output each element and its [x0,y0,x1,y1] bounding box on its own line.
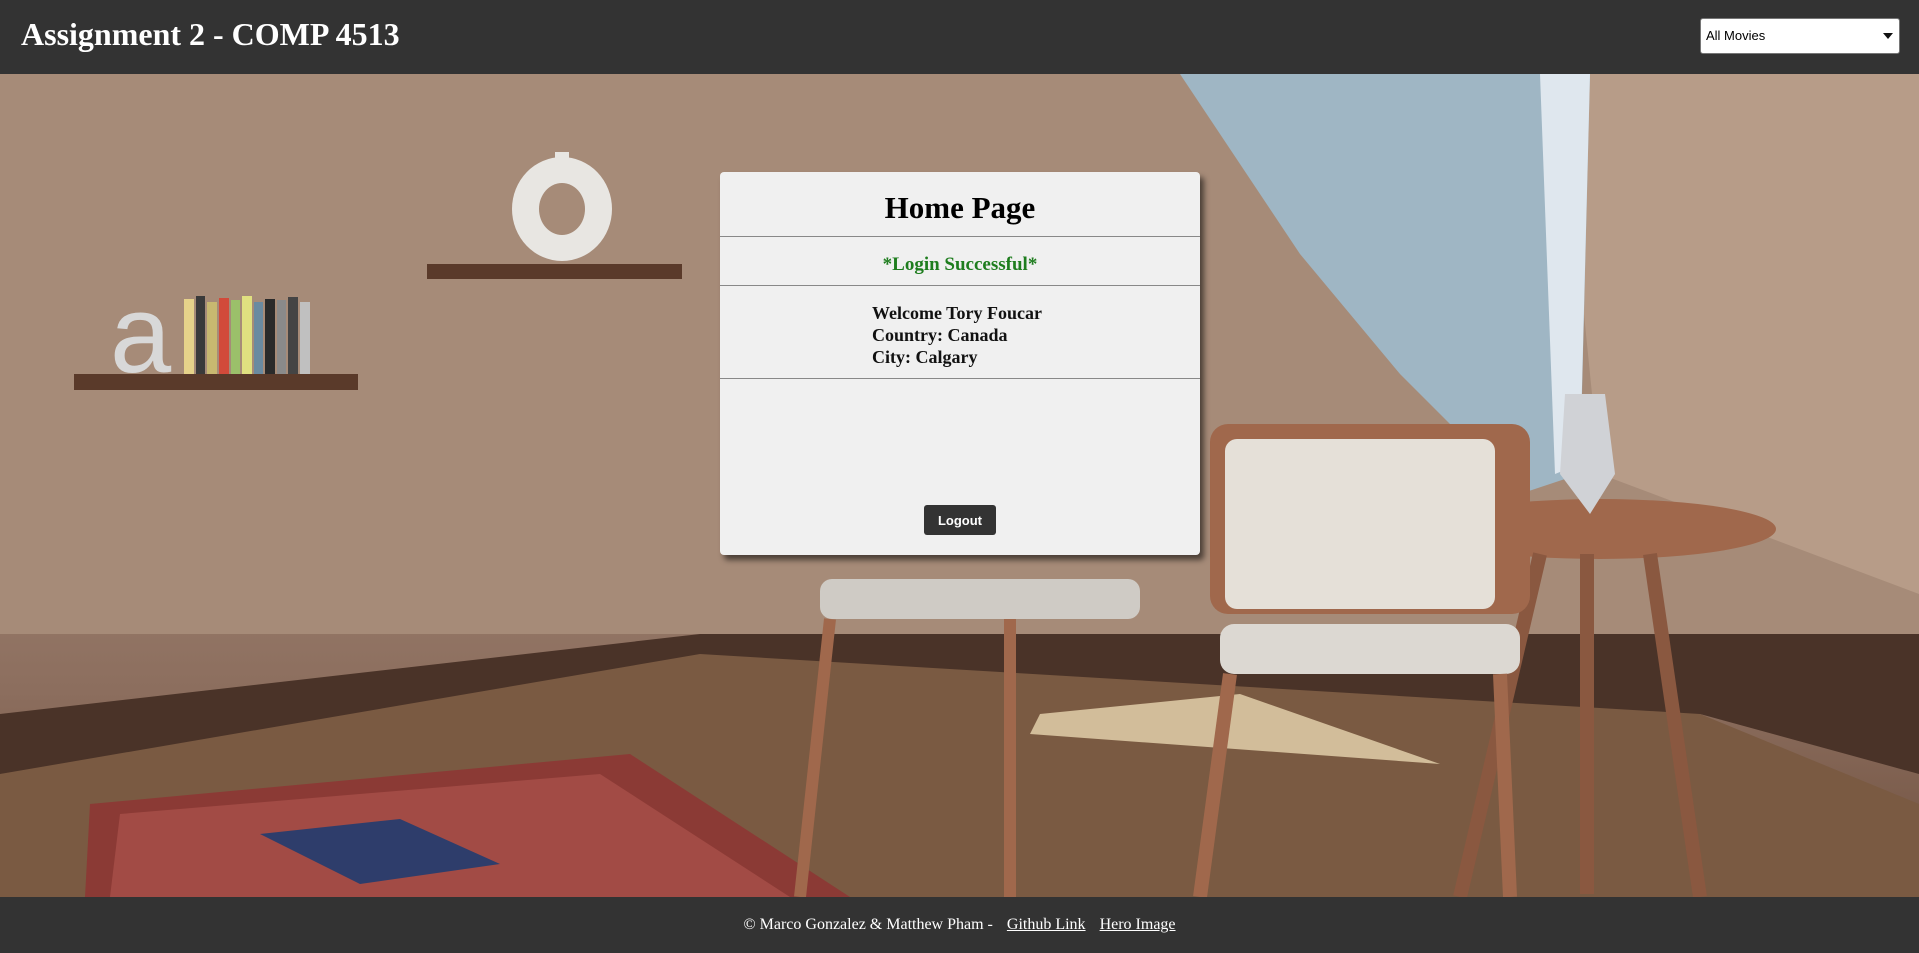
github-link[interactable]: Github Link [1007,916,1086,933]
divider [720,378,1200,379]
user-info: Welcome Tory Foucar Country: Canada City… [872,302,1042,368]
welcome-text: Welcome Tory Foucar [872,303,1042,323]
site-title: Assignment 2 - COMP 4513 [21,16,400,52]
login-status: *Login Successful* [882,254,1038,275]
logout-button[interactable]: Logout [924,505,996,535]
country-text: Country: Canada [872,325,1008,345]
page-title: Home Page [884,190,1036,225]
divider [720,285,1200,286]
footer-content: © Marco Gonzalez & Matthew Pham - Github… [0,915,1919,935]
home-card: Home Page *Login Successful* Welcome Tor… [720,172,1200,555]
city-text: City: Calgary [872,347,978,367]
site-header: Assignment 2 - COMP 4513 All Movies [0,0,1919,74]
copyright-text: © Marco Gonzalez & Matthew Pham - [743,916,993,933]
svg-text:a: a [110,273,172,396]
chevron-down-icon [1883,33,1893,39]
movie-filter-selected: All Movies [1706,28,1766,43]
movie-filter-select[interactable]: All Movies [1700,18,1900,54]
hero-image-link[interactable]: Hero Image [1100,916,1176,933]
site-footer: © Marco Gonzalez & Matthew Pham - Github… [0,897,1919,953]
divider [720,236,1200,237]
